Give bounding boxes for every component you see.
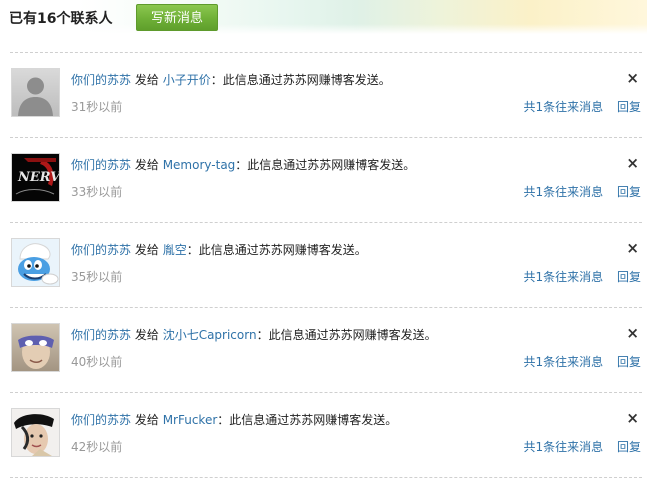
message-actions: 共1条往来消息 回复 <box>514 268 641 285</box>
verb-text: 发给 <box>134 328 159 342</box>
delete-icon[interactable]: × <box>626 70 639 86</box>
thread-link[interactable]: 共1条往来消息 <box>524 185 604 199</box>
sender-link[interactable]: 你们的苏苏 <box>71 158 131 172</box>
avatar[interactable]: NERV <box>11 153 60 202</box>
verb-text: 发给 <box>134 73 159 87</box>
sender-link[interactable]: 你们的苏苏 <box>71 243 131 257</box>
message-content: ：此信息通过苏苏网赚博客发送。 <box>235 158 416 172</box>
message-item: 你们的苏苏 发给 沈小七Capricorn：此信息通过苏苏网赚博客发送。 40秒… <box>10 308 642 392</box>
compose-message-button[interactable]: 写新消息 <box>136 4 218 31</box>
message-content: ：此信息通过苏苏网赚博客发送。 <box>186 243 367 257</box>
timestamp: 40秒以前 <box>71 355 123 369</box>
message-line: 你们的苏苏 发给 胤空：此信息通过苏苏网赚博客发送。 <box>71 241 367 258</box>
hat-person-avatar-icon <box>12 409 59 456</box>
thread-link[interactable]: 共1条往来消息 <box>524 440 604 454</box>
recipient-link[interactable]: 沈小七Capricorn <box>163 328 257 342</box>
delete-icon[interactable]: × <box>626 240 639 256</box>
avatar-text: NERV <box>17 170 59 185</box>
message-actions: 共1条往来消息 回复 <box>514 438 641 455</box>
smurf-avatar-icon <box>12 239 59 286</box>
verb-text: 发给 <box>134 158 159 172</box>
masked-person-avatar-icon <box>12 324 59 371</box>
message-item: 你们的苏苏 发给 小子开价：此信息通过苏苏网赚博客发送。 31秒以前 × 共1条… <box>10 53 642 137</box>
sender-link[interactable]: 你们的苏苏 <box>71 413 131 427</box>
timestamp: 33秒以前 <box>71 185 123 199</box>
recipient-link[interactable]: 胤空 <box>163 243 187 257</box>
timestamp: 42秒以前 <box>71 440 123 454</box>
message-line: 你们的苏苏 发给 Memory-tag：此信息通过苏苏网赚博客发送。 <box>71 156 415 173</box>
message-actions: 共1条往来消息 回复 <box>514 353 641 370</box>
recipient-link[interactable]: 小子开价 <box>163 73 211 87</box>
reply-link[interactable]: 回复 <box>617 270 641 284</box>
thread-link[interactable]: 共1条往来消息 <box>524 270 604 284</box>
contact-count-title: 已有16个联系人 <box>9 11 113 27</box>
recipient-link[interactable]: Memory-tag <box>163 158 236 172</box>
delete-icon[interactable]: × <box>626 155 639 171</box>
message-list: 你们的苏苏 发给 小子开价：此信息通过苏苏网赚博客发送。 31秒以前 × 共1条… <box>10 52 642 478</box>
verb-text: 发给 <box>134 413 159 427</box>
thread-link[interactable]: 共1条往来消息 <box>524 100 604 114</box>
avatar[interactable] <box>11 323 60 372</box>
message-content: ：此信息通过苏苏网赚博客发送。 <box>210 73 391 87</box>
avatar[interactable] <box>11 68 60 117</box>
sender-link[interactable]: 你们的苏苏 <box>71 73 131 87</box>
delete-icon[interactable]: × <box>626 410 639 426</box>
thread-link[interactable]: 共1条往来消息 <box>524 355 604 369</box>
timestamp: 31秒以前 <box>71 100 123 114</box>
divider <box>10 477 642 478</box>
message-content: ：此信息通过苏苏网赚博客发送。 <box>217 413 398 427</box>
avatar[interactable] <box>11 408 60 457</box>
nerv-logo-icon: NERV <box>12 154 59 201</box>
avatar[interactable] <box>11 238 60 287</box>
message-actions: 共1条往来消息 回复 <box>514 98 641 115</box>
message-item: 你们的苏苏 发给 MrFucker：此信息通过苏苏网赚博客发送。 42秒以前 ×… <box>10 393 642 477</box>
reply-link[interactable]: 回复 <box>617 100 641 114</box>
message-line: 你们的苏苏 发给 MrFucker：此信息通过苏苏网赚博客发送。 <box>71 411 397 428</box>
verb-text: 发给 <box>134 243 159 257</box>
message-item: NERV 你们的苏苏 发给 Memory-tag：此信息通过苏苏网赚博客发送。 … <box>10 138 642 222</box>
message-item: 你们的苏苏 发给 胤空：此信息通过苏苏网赚博客发送。 35秒以前 × 共1条往来… <box>10 223 642 307</box>
message-actions: 共1条往来消息 回复 <box>514 183 641 200</box>
timestamp: 35秒以前 <box>71 270 123 284</box>
default-avatar-icon <box>12 69 59 116</box>
reply-link[interactable]: 回复 <box>617 185 641 199</box>
recipient-link[interactable]: MrFucker <box>163 413 218 427</box>
message-line: 你们的苏苏 发给 沈小七Capricorn：此信息通过苏苏网赚博客发送。 <box>71 326 437 343</box>
reply-link[interactable]: 回复 <box>617 355 641 369</box>
reply-link[interactable]: 回复 <box>617 440 641 454</box>
message-line: 你们的苏苏 发给 小子开价：此信息通过苏苏网赚博客发送。 <box>71 71 391 88</box>
delete-icon[interactable]: × <box>626 325 639 341</box>
sender-link[interactable]: 你们的苏苏 <box>71 328 131 342</box>
message-content: ：此信息通过苏苏网赚博客发送。 <box>256 328 437 342</box>
